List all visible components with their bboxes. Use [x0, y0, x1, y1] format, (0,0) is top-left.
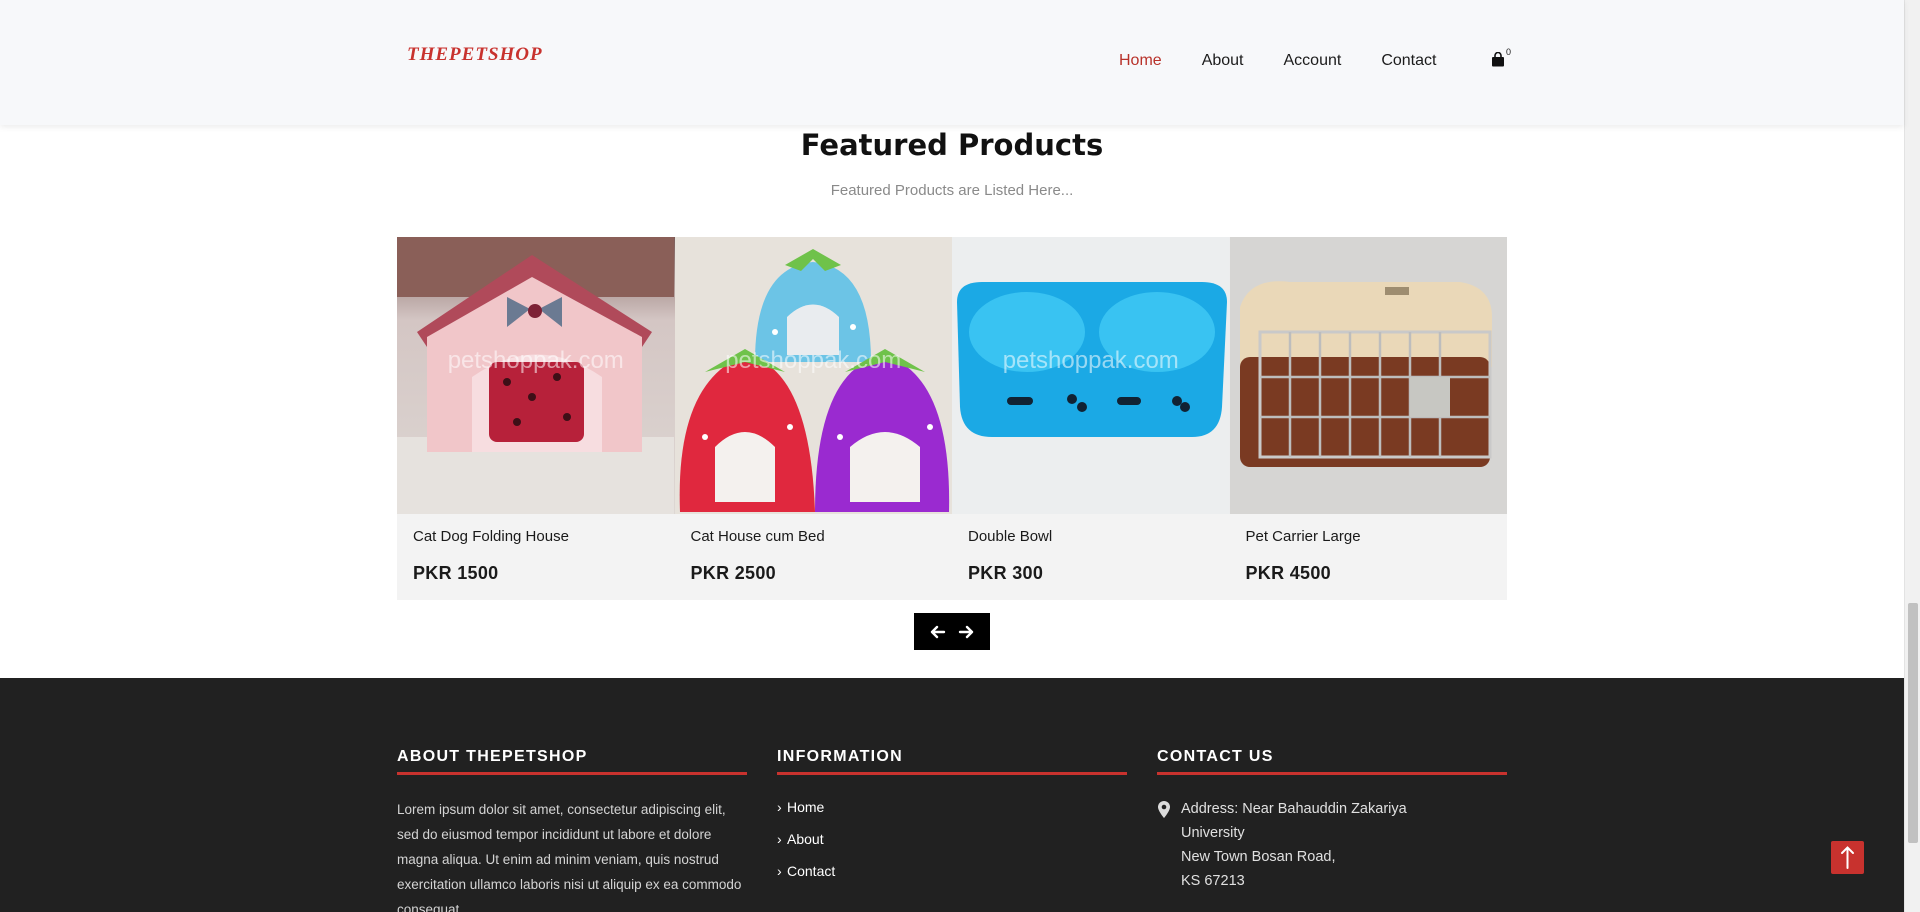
product-image[interactable]	[1229, 237, 1507, 514]
footer-links: › Home › About › Contact	[777, 799, 1127, 895]
product-name[interactable]: Cat House cum Bed	[691, 528, 825, 545]
site-footer: ABOUT THEPETSHOP Lorem ipsum dolor sit a…	[0, 678, 1904, 912]
featured-subtitle: Featured Products are Listed Here...	[830, 182, 1074, 199]
footer-link-about[interactable]: › About	[777, 831, 1127, 863]
scroll-to-top-button[interactable]	[1831, 841, 1864, 874]
chevron-right-icon: ›	[777, 799, 782, 815]
contact-address: Address: Near Bahauddin Zakariya Univers…	[1157, 797, 1507, 893]
product-name[interactable]: Pet Carrier Large	[1246, 528, 1361, 545]
scrollbar-thumb[interactable]	[1908, 603, 1918, 843]
product-price: PKR 1500	[413, 563, 499, 583]
page-scrollbar[interactable]	[1904, 0, 1920, 912]
product-image[interactable]: petshoppak.com	[397, 237, 675, 514]
product-image[interactable]: petshoppak.com	[674, 237, 952, 514]
featured-title: Featured Products	[800, 128, 1104, 162]
chevron-right-icon: ›	[777, 831, 782, 847]
product-card[interactable]: petshoppak.com Cat Dog Folding House PKR…	[397, 237, 675, 600]
footer-link-home[interactable]: › Home	[777, 799, 1127, 831]
product-card[interactable]: petshoppak.com Cat House cum Bed PKR 250…	[674, 237, 952, 600]
product-image[interactable]: petshoppak.com	[952, 237, 1230, 514]
arrow-up-icon	[1841, 846, 1854, 869]
site-header: THEPETSHOP Home About Account Contact 0	[0, 0, 1904, 125]
footer-contact: CONTACT US Address: Near Bahauddin Zakar…	[1157, 748, 1507, 893]
product-watermark: petshoppak.com	[1002, 347, 1179, 374]
footer-information-heading: INFORMATION	[777, 748, 1127, 775]
arrow-right-icon[interactable]	[956, 622, 976, 642]
product-name[interactable]: Double Bowl	[968, 528, 1052, 545]
product-price: PKR 4500	[1245, 563, 1331, 583]
carousel-controls	[914, 613, 990, 650]
site-logo[interactable]: THEPETSHOP	[407, 44, 543, 66]
main-nav: Home About Account Contact	[1119, 52, 1476, 70]
footer-link-contact[interactable]: › Contact	[777, 863, 1127, 895]
footer-about: ABOUT THEPETSHOP Lorem ipsum dolor sit a…	[397, 748, 747, 912]
footer-about-text: Lorem ipsum dolor sit amet, consectetur …	[397, 802, 742, 912]
double-bowl-image	[952, 237, 1229, 514]
product-price: PKR 300	[968, 563, 1044, 583]
nav-account-link[interactable]: Account	[1284, 52, 1342, 70]
address-text: Address: Near Bahauddin Zakariya Univers…	[1181, 801, 1407, 889]
page: THEPETSHOP Home About Account Contact 0 …	[0, 0, 1920, 912]
nav-about-link[interactable]: About	[1202, 52, 1244, 70]
shopping-bag-icon[interactable]	[1491, 52, 1505, 67]
pet-carrier-image	[1229, 237, 1507, 514]
nav-home-link[interactable]: Home	[1119, 52, 1162, 70]
nav-contact-link[interactable]: Contact	[1381, 52, 1436, 70]
product-name[interactable]: Cat Dog Folding House	[413, 528, 569, 545]
footer-contact-heading: CONTACT US	[1157, 748, 1507, 775]
arrow-left-icon[interactable]	[928, 622, 948, 642]
product-price: PKR 2500	[690, 563, 776, 583]
product-card[interactable]: petshoppak.com Double Bowl PKR 300	[952, 237, 1230, 600]
product-carousel: petshoppak.com Cat Dog Folding House PKR…	[397, 237, 1507, 600]
product-watermark: petshoppak.com	[725, 347, 902, 374]
product-watermark: petshoppak.com	[447, 347, 624, 374]
cart-count-badge: 0	[1506, 47, 1512, 57]
footer-information: INFORMATION › Home › About › Contact	[777, 748, 1127, 895]
product-card[interactable]: Pet Carrier Large PKR 4500	[1229, 237, 1507, 600]
cat-dog-house-image	[397, 237, 674, 514]
cat-house-bed-image	[674, 237, 952, 514]
chevron-right-icon: ›	[777, 863, 782, 879]
map-pin-icon	[1158, 801, 1170, 818]
footer-about-heading: ABOUT THEPETSHOP	[397, 748, 747, 775]
